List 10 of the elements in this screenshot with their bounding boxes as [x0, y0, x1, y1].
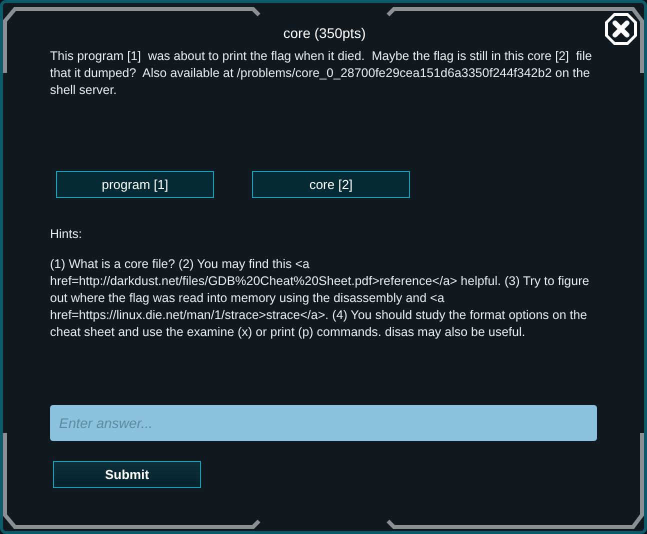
submit-button[interactable]: Submit — [53, 460, 201, 488]
hints-label: Hints: — [50, 226, 83, 243]
answer-field[interactable]: Enter answer... — [50, 404, 597, 441]
close-button[interactable] — [604, 12, 638, 46]
download-button[interactable]: core [2] — [252, 171, 410, 198]
close-icon — [604, 12, 638, 46]
description-text: This program [1] was about to print the flag when it died. Maybe the flag is still in this core [2] file that it dumped? Also available at /problems/core_0_28700fe29cea151d6a3350f244f342b2 on the shell server. — [50, 48, 593, 99]
hints-text: (1) What is a core file? (2) You may find this <a href=http://darkdust.net/files/GDB%20Cheat%20Sheet.pdf>reference</a> helpful. (3) Try to figure out where the flag was read into memory using the disassembly and <a href=https://linux.die.net/man/1/strace>strace</a>. (4) You should study the format options on the cheat sheet and use the examine (x) or print (p) commands. disas may also be useful. — [50, 256, 590, 341]
download-button[interactable]: program [1] — [56, 171, 214, 198]
dialog-title: core (350pts) — [283, 24, 366, 43]
